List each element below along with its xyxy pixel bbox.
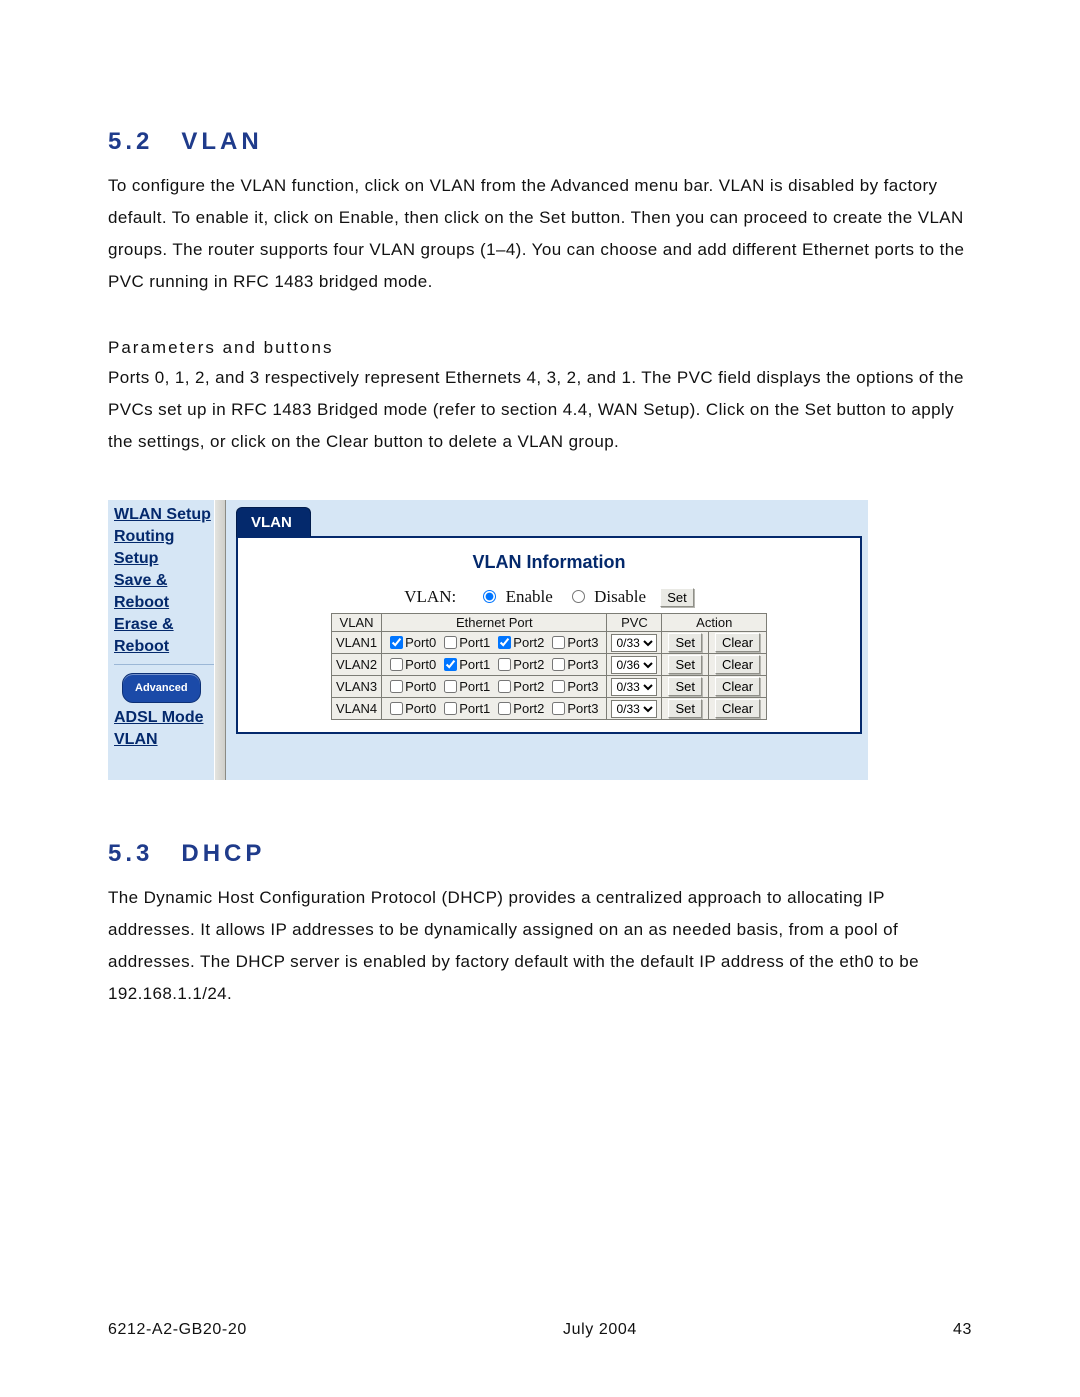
vlan-label: VLAN: (404, 587, 456, 606)
footer-page: 43 (953, 1321, 972, 1339)
port-label: Port0 (405, 701, 436, 716)
port-label: Port2 (513, 657, 544, 672)
port-label: Port1 (459, 635, 490, 650)
tab-vlan[interactable]: VLAN (236, 507, 311, 537)
vlan-name: VLAN3 (331, 676, 381, 698)
port-checkbox[interactable] (390, 658, 403, 671)
port-checkbox[interactable] (444, 636, 457, 649)
vlan-name: VLAN4 (331, 698, 381, 720)
vlan-name: VLAN1 (331, 632, 381, 654)
port-label: Port1 (459, 701, 490, 716)
port-checkbox[interactable] (552, 636, 565, 649)
section-5-2-heading: 5.2VLAN (108, 128, 972, 156)
router-ui-screenshot: WLAN Setup Routing Setup Save & Reboot E… (108, 500, 868, 780)
sidebar-item-save-reboot[interactable]: Save & Reboot (114, 570, 214, 614)
port-label: Port2 (513, 635, 544, 650)
sidebar-item-vlan[interactable]: VLAN (114, 729, 214, 751)
pvc-cell: 0/33 (607, 676, 662, 698)
page-footer: 6212-A2-GB20-20 July 2004 43 (108, 1321, 972, 1339)
col-vlan: VLAN (331, 614, 381, 632)
port-label: Port0 (405, 679, 436, 694)
pvc-select[interactable]: 0/36 (611, 656, 657, 674)
vlan-enable-row: VLAN: Enable Disable Set (244, 587, 854, 607)
row-clear-button[interactable]: Clear (715, 633, 760, 652)
port-checkbox[interactable] (498, 658, 511, 671)
port-label: Port2 (513, 701, 544, 716)
row-set-button[interactable]: Set (668, 633, 702, 652)
row-clear-button[interactable]: Clear (715, 699, 760, 718)
port-label: Port3 (567, 657, 598, 672)
table-row: VLAN1 Port0 Port1 Port2 Port3 0/33 Set Clear (331, 632, 766, 654)
pvc-select[interactable]: 0/33 (611, 634, 657, 652)
port-label: Port2 (513, 679, 544, 694)
section-5-3-para: The Dynamic Host Configuration Protocol … (108, 882, 972, 1010)
section-5-2-para2: Ports 0, 1, 2, and 3 respectively repres… (108, 362, 972, 458)
port-checkbox[interactable] (552, 658, 565, 671)
vlan-ports: Port0 Port1 Port2 Port3 (382, 654, 607, 676)
row-set-button[interactable]: Set (668, 677, 702, 696)
advanced-button[interactable]: Advanced (122, 673, 201, 703)
port-checkbox[interactable] (498, 702, 511, 715)
row-clear-button[interactable]: Clear (715, 677, 760, 696)
section-5-2-para1: To configure the VLAN function, click on… (108, 170, 972, 298)
row-set-button[interactable]: Set (668, 699, 702, 718)
port-checkbox[interactable] (444, 658, 457, 671)
vlan-enable-radio[interactable] (483, 590, 496, 603)
vlan-disable-radio[interactable] (572, 590, 585, 603)
vlan-enable-label: Enable (506, 587, 553, 606)
pvc-cell: 0/33 (607, 698, 662, 720)
port-label: Port3 (567, 701, 598, 716)
vlan-global-set-button[interactable]: Set (660, 588, 694, 607)
port-checkbox[interactable] (552, 680, 565, 693)
panel-title: VLAN Information (244, 552, 854, 573)
table-row: VLAN4 Port0 Port1 Port2 Port3 0/33 Set Clear (331, 698, 766, 720)
vlan-disable-label: Disable (594, 587, 646, 606)
port-checkbox[interactable] (390, 702, 403, 715)
pvc-select[interactable]: 0/33 (611, 678, 657, 696)
port-label: Port3 (567, 635, 598, 650)
table-row: VLAN3 Port0 Port1 Port2 Port3 0/33 Set Clear (331, 676, 766, 698)
col-action: Action (662, 614, 767, 632)
pvc-cell: 0/36 (607, 654, 662, 676)
row-set-button[interactable]: Set (668, 655, 702, 674)
vlan-ports: Port0 Port1 Port2 Port3 (382, 632, 607, 654)
pvc-cell: 0/33 (607, 632, 662, 654)
port-checkbox[interactable] (444, 702, 457, 715)
section-5-3-heading: 5.3DHCP (108, 840, 972, 868)
vlan-name: VLAN2 (331, 654, 381, 676)
port-checkbox[interactable] (498, 636, 511, 649)
pvc-select[interactable]: 0/33 (611, 700, 657, 718)
sidebar: WLAN Setup Routing Setup Save & Reboot E… (114, 504, 214, 751)
vlan-table: VLAN Ethernet Port PVC Action VLAN1Port0… (331, 613, 767, 720)
port-checkbox[interactable] (390, 636, 403, 649)
col-pvc: PVC (607, 614, 662, 632)
sidebar-item-adsl-mode[interactable]: ADSL Mode (114, 707, 214, 729)
port-checkbox[interactable] (390, 680, 403, 693)
port-label: Port3 (567, 679, 598, 694)
vlan-ports: Port0 Port1 Port2 Port3 (382, 676, 607, 698)
port-checkbox[interactable] (552, 702, 565, 715)
col-eth: Ethernet Port (382, 614, 607, 632)
port-checkbox[interactable] (498, 680, 511, 693)
footer-docid: 6212-A2-GB20-20 (108, 1321, 247, 1339)
port-label: Port0 (405, 657, 436, 672)
footer-date: July 2004 (563, 1321, 637, 1339)
parameters-subhead: Parameters and buttons (108, 338, 972, 358)
port-label: Port1 (459, 679, 490, 694)
port-label: Port1 (459, 657, 490, 672)
main-panel: VLAN VLAN Information VLAN: Enable Disab… (236, 506, 862, 774)
sidebar-item-wlan-setup[interactable]: WLAN Setup (114, 504, 214, 526)
port-checkbox[interactable] (444, 680, 457, 693)
table-row: VLAN2 Port0 Port1 Port2 Port3 0/36 Set Clear (331, 654, 766, 676)
port-label: Port0 (405, 635, 436, 650)
row-clear-button[interactable]: Clear (715, 655, 760, 674)
sidebar-scrollbar[interactable] (214, 500, 226, 780)
sidebar-item-erase-reboot[interactable]: Erase & Reboot (114, 614, 214, 658)
sidebar-item-routing-setup[interactable]: Routing Setup (114, 526, 214, 570)
vlan-ports: Port0 Port1 Port2 Port3 (382, 698, 607, 720)
